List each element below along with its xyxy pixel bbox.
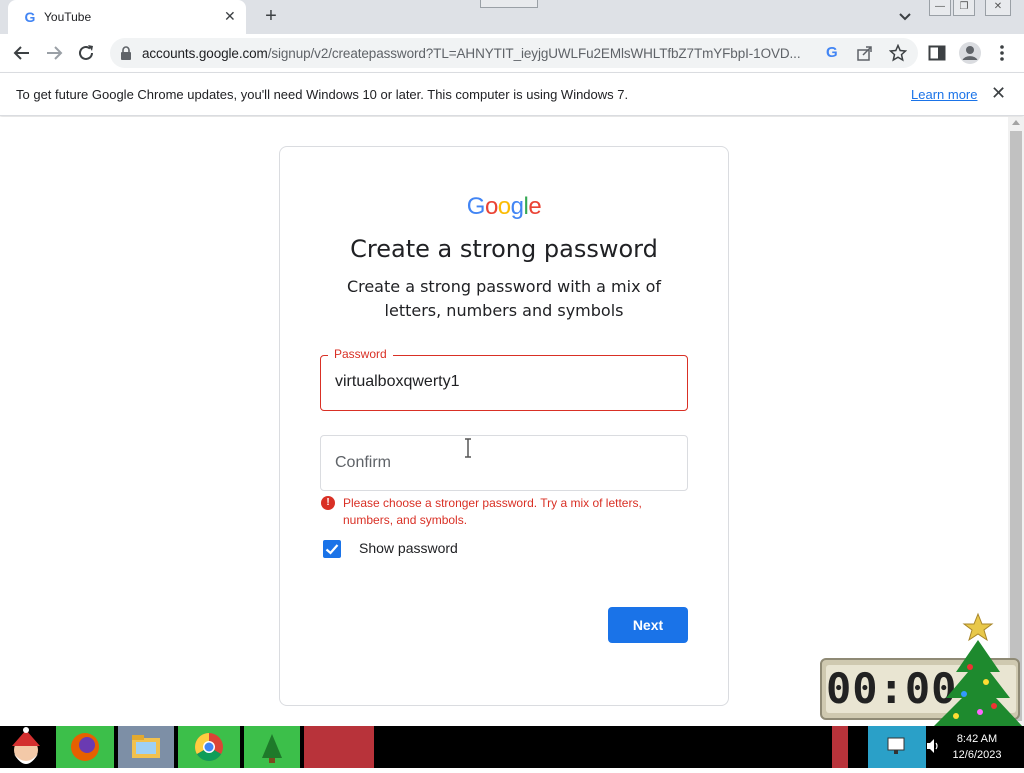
password-label: Password: [328, 347, 393, 361]
taskbar-window-item[interactable]: [304, 726, 374, 768]
google-logo-letter: o: [484, 193, 498, 220]
tree-app-icon: [262, 734, 282, 763]
kebab-menu-icon[interactable]: [996, 43, 1008, 63]
google-translate-icon[interactable]: G: [826, 44, 838, 61]
taskbar-tree-app[interactable]: [244, 726, 300, 768]
reload-icon[interactable]: [75, 42, 97, 64]
network-icon: [887, 737, 905, 754]
tab-close-icon[interactable]: ✕: [224, 8, 236, 24]
minimize-button[interactable]: —: [929, 0, 951, 16]
santa-start-icon: [12, 727, 40, 764]
address-bar[interactable]: accounts.google.com/signup/v2/createpass…: [110, 38, 918, 68]
infobar-message: To get future Google Chrome updates, you…: [16, 87, 629, 102]
restore-button[interactable]: ❐: [953, 0, 975, 16]
tray-clock[interactable]: 8:42 AM 12/6/2023: [946, 731, 1008, 763]
volume-icon[interactable]: [926, 738, 940, 754]
tab-search-chevron-icon[interactable]: [896, 8, 914, 26]
confirm-placeholder: Confirm: [335, 454, 392, 471]
show-password-checkbox[interactable]: [323, 540, 341, 558]
taskbar-firefox[interactable]: [56, 726, 114, 768]
taskbar-explorer[interactable]: [118, 726, 174, 768]
next-button[interactable]: Next: [608, 607, 688, 643]
christmas-tree-icon: [934, 612, 1022, 726]
text-cursor-icon: [465, 438, 471, 458]
error-message: Please choose a stronger password. Try a…: [343, 496, 642, 527]
side-panel-icon[interactable]: [927, 43, 947, 63]
google-logo-letter: G: [466, 193, 486, 220]
back-arrow-icon[interactable]: [11, 42, 33, 64]
new-tab-button[interactable]: +: [260, 5, 282, 27]
learn-more-link[interactable]: Learn more: [911, 87, 977, 102]
page-title: Create a strong password: [350, 235, 658, 263]
chrome-icon: [195, 733, 223, 761]
google-logo-letter: e: [528, 193, 542, 220]
taskbar-chrome[interactable]: [178, 726, 240, 768]
share-icon[interactable]: [856, 45, 874, 61]
lock-icon[interactable]: [120, 46, 132, 60]
scroll-up-arrow-icon[interactable]: [1012, 120, 1020, 125]
bookmark-star-icon[interactable]: [889, 44, 907, 62]
tab-strip: G YouTube ✕ + — ❐ ✕: [0, 0, 1024, 34]
google-logo-letter: g: [510, 193, 524, 220]
show-password-label[interactable]: Show password: [359, 540, 458, 556]
window-drag-handle[interactable]: [480, 0, 538, 8]
page-subtitle: Create a strong password with a mix of l…: [346, 277, 662, 320]
folder-icon: [132, 735, 160, 758]
tab-title: YouTube: [44, 10, 92, 24]
forward-arrow-icon[interactable]: [43, 42, 65, 64]
browser-toolbar: accounts.google.com/signup/v2/createpass…: [0, 34, 1024, 72]
tray-time: 8:42 AM: [956, 733, 998, 745]
taskbar: 8:42 AM 12/6/2023: [0, 726, 1024, 768]
error-icon: !: [321, 496, 335, 510]
firefox-icon: [71, 733, 99, 761]
google-logo: Google: [280, 193, 728, 221]
password-value[interactable]: virtualboxqwerty1: [335, 373, 460, 391]
google-logo-letter: o: [497, 193, 511, 220]
url-text[interactable]: accounts.google.com/signup/v2/createpass…: [142, 46, 818, 61]
checkmark-icon: [325, 544, 339, 555]
infobar-close-icon[interactable]: ✕: [991, 83, 1006, 103]
tray-flag[interactable]: [832, 726, 848, 768]
tab-youtube[interactable]: G YouTube ✕: [8, 0, 246, 34]
profile-avatar-icon[interactable]: [958, 41, 982, 65]
update-infobar: To get future Google Chrome updates, you…: [0, 72, 1024, 116]
start-button[interactable]: [0, 726, 52, 768]
close-window-button[interactable]: ✕: [985, 0, 1011, 16]
tray-network-icon[interactable]: [868, 726, 926, 768]
tray-date: 12/6/2023: [952, 749, 1002, 761]
google-favicon-icon: G: [24, 9, 36, 25]
page-content: Google Create a strong password Create a…: [0, 117, 1008, 726]
signup-card: Google Create a strong password Create a…: [279, 146, 729, 706]
